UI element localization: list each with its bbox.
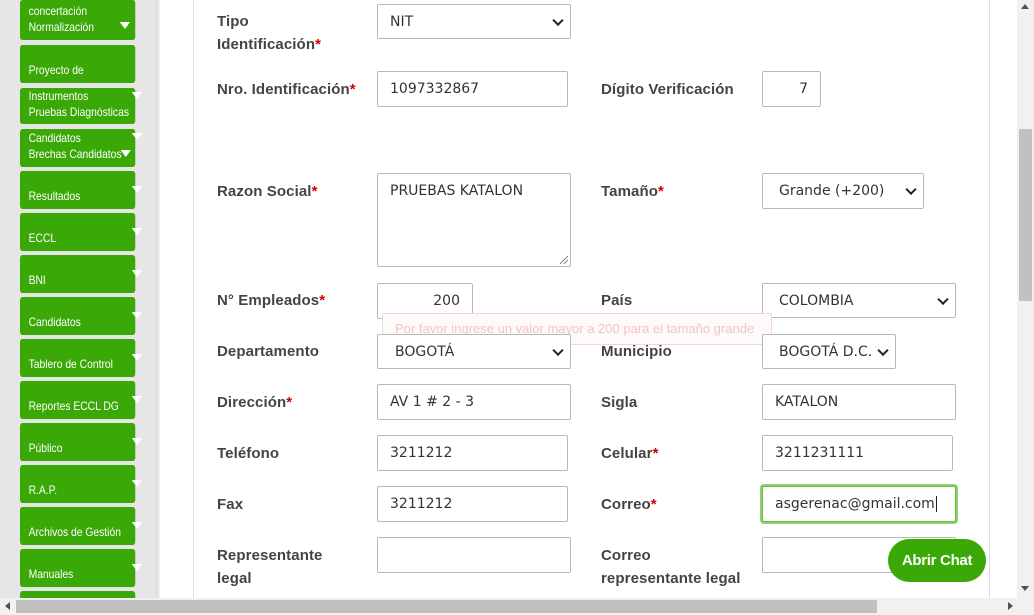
departamento-select[interactable]: BOGOTÁ <box>377 334 571 369</box>
sidebar-item-label: Normalización <box>28 20 94 34</box>
chevron-down-icon <box>120 150 131 157</box>
sigla-input[interactable]: KATALON <box>762 384 956 420</box>
scroll-right-icon[interactable] <box>1008 602 1013 610</box>
sidebar-item-label: Manuales <box>28 567 74 581</box>
chevron-down-icon <box>131 312 143 319</box>
horizontal-scrollbar-thumb[interactable] <box>16 600 877 613</box>
sidebar-item-label: Candidatos <box>28 131 81 145</box>
sidebar: concertación Normalización Proyecto de I… <box>0 0 158 598</box>
celular-input[interactable]: 3211231111 <box>762 435 953 471</box>
sidebar-item-label: Instrumentos <box>28 89 89 103</box>
correo-representante-label: Correo representante legal <box>601 547 741 587</box>
chevron-down-icon <box>131 92 143 99</box>
pais-label: País <box>601 292 633 309</box>
sidebar-item-eccl[interactable]: ECCL <box>20 213 143 251</box>
sidebar-item-candidatos-brechas[interactable]: Candidatos Brechas Candidatos <box>20 129 143 167</box>
sidebar-item-label: BNI <box>28 273 46 287</box>
chevron-down-icon <box>131 564 143 571</box>
chevron-down-icon <box>119 22 131 29</box>
scroll-left-icon[interactable] <box>5 602 10 610</box>
empleados-label: N° Empleados* <box>217 292 326 309</box>
sidebar-item-label: R.A.P. <box>28 483 58 497</box>
sidebar-item-tablero[interactable]: Tablero de Control <box>20 339 143 377</box>
chevron-down-icon <box>131 480 143 487</box>
sidebar-item-label: Resultados <box>28 189 81 203</box>
digito-verificacion-input[interactable]: 7 <box>762 71 821 107</box>
sidebar-item-normalizacion[interactable]: concertación Normalización <box>20 0 136 40</box>
sidebar-item-label: concertación <box>28 4 88 18</box>
chevron-down-icon <box>131 133 143 140</box>
sidebar-item-label: ECCL <box>28 231 57 245</box>
pais-select[interactable]: COLOMBIA <box>762 283 956 318</box>
telefono-label: Teléfono <box>217 445 280 462</box>
chevron-down-icon <box>131 522 143 529</box>
sidebar-item-candidatos[interactable]: Candidatos <box>20 297 143 335</box>
municipio-label: Municipio <box>601 343 672 360</box>
chevron-down-icon <box>131 396 143 403</box>
sidebar-item-bni[interactable]: BNI <box>20 255 143 293</box>
sidebar-item-reportes[interactable]: Reportes ECCL DG <box>20 381 143 419</box>
text-cursor <box>935 496 937 512</box>
direccion-label: Dirección* <box>217 394 293 411</box>
nro-identificacion-input[interactable]: 1097332867 <box>377 71 568 107</box>
sidebar-item-label: Archivos de Gestión <box>28 525 121 539</box>
tamano-select[interactable]: Grande (+200) <box>762 173 924 209</box>
sidebar-item-label: Proyecto de <box>28 63 84 77</box>
tamano-label: Tamaño* <box>601 183 664 200</box>
sidebar-item-resultados[interactable]: Resultados <box>20 171 143 209</box>
fax-input[interactable]: 3211212 <box>377 486 568 522</box>
scroll-up-icon[interactable] <box>1021 4 1029 9</box>
sidebar-item-label: Pruebas Diagnósticas <box>28 105 129 119</box>
tipo-identificacion-label: Tipo Identificación* <box>217 13 322 53</box>
razon-social-textarea[interactable]: PRUEBAS KATALON <box>377 173 571 267</box>
correo-input[interactable]: asgerenac@gmail.com <box>762 486 956 522</box>
chevron-down-icon <box>131 228 143 235</box>
sidebar-item-label: Candidatos <box>28 315 81 329</box>
sidebar-item-label: Brechas Candidatos <box>28 147 122 161</box>
sigla-label: Sigla <box>601 394 638 411</box>
resize-grip-icon[interactable] <box>560 256 568 264</box>
chevron-down-icon <box>131 270 143 277</box>
sidebar-item-publico[interactable]: Público <box>20 423 143 461</box>
fax-label: Fax <box>217 496 244 513</box>
chevron-down-icon <box>131 438 143 445</box>
tipo-identificacion-select[interactable]: NIT <box>377 4 571 39</box>
nro-identificacion-label: Nro. Identificación* <box>217 81 356 98</box>
celular-label: Celular* <box>601 445 659 462</box>
chevron-down-icon <box>131 354 143 361</box>
scroll-down-icon[interactable] <box>1021 586 1029 591</box>
correo-label: Correo* <box>601 496 657 513</box>
sidebar-divider <box>156 0 160 598</box>
sidebar-item-more[interactable] <box>20 591 136 598</box>
open-chat-button[interactable]: Abrir Chat <box>888 539 986 582</box>
sidebar-item-instrumentos[interactable]: Instrumentos Pruebas Diagnósticas <box>20 88 143 124</box>
razon-social-label: Razon Social* <box>217 183 318 200</box>
departamento-label: Departamento <box>217 343 320 360</box>
digito-verificacion-label: Dígito Verificación <box>601 81 734 98</box>
chevron-down-icon <box>131 186 143 193</box>
sidebar-item-archivos[interactable]: Archivos de Gestión <box>20 507 143 545</box>
sidebar-item-rap[interactable]: R.A.P. <box>20 465 143 503</box>
representante-legal-label: Representante legal <box>217 547 323 587</box>
telefono-input[interactable]: 3211212 <box>377 435 568 471</box>
municipio-select[interactable]: BOGOTÁ D.C. <box>762 334 896 369</box>
representante-legal-input[interactable] <box>377 537 571 573</box>
sidebar-item-proyecto[interactable]: Proyecto de <box>20 45 136 83</box>
sidebar-item-label: Reportes ECCL DG <box>28 399 119 413</box>
sidebar-item-manuales[interactable]: Manuales <box>20 549 143 587</box>
sidebar-item-label: Público <box>28 441 63 455</box>
sidebar-item-label: Tablero de Control <box>28 357 113 371</box>
vertical-scrollbar-thumb[interactable] <box>1019 129 1032 301</box>
direccion-input[interactable]: AV 1 # 2 - 3 <box>377 384 571 420</box>
